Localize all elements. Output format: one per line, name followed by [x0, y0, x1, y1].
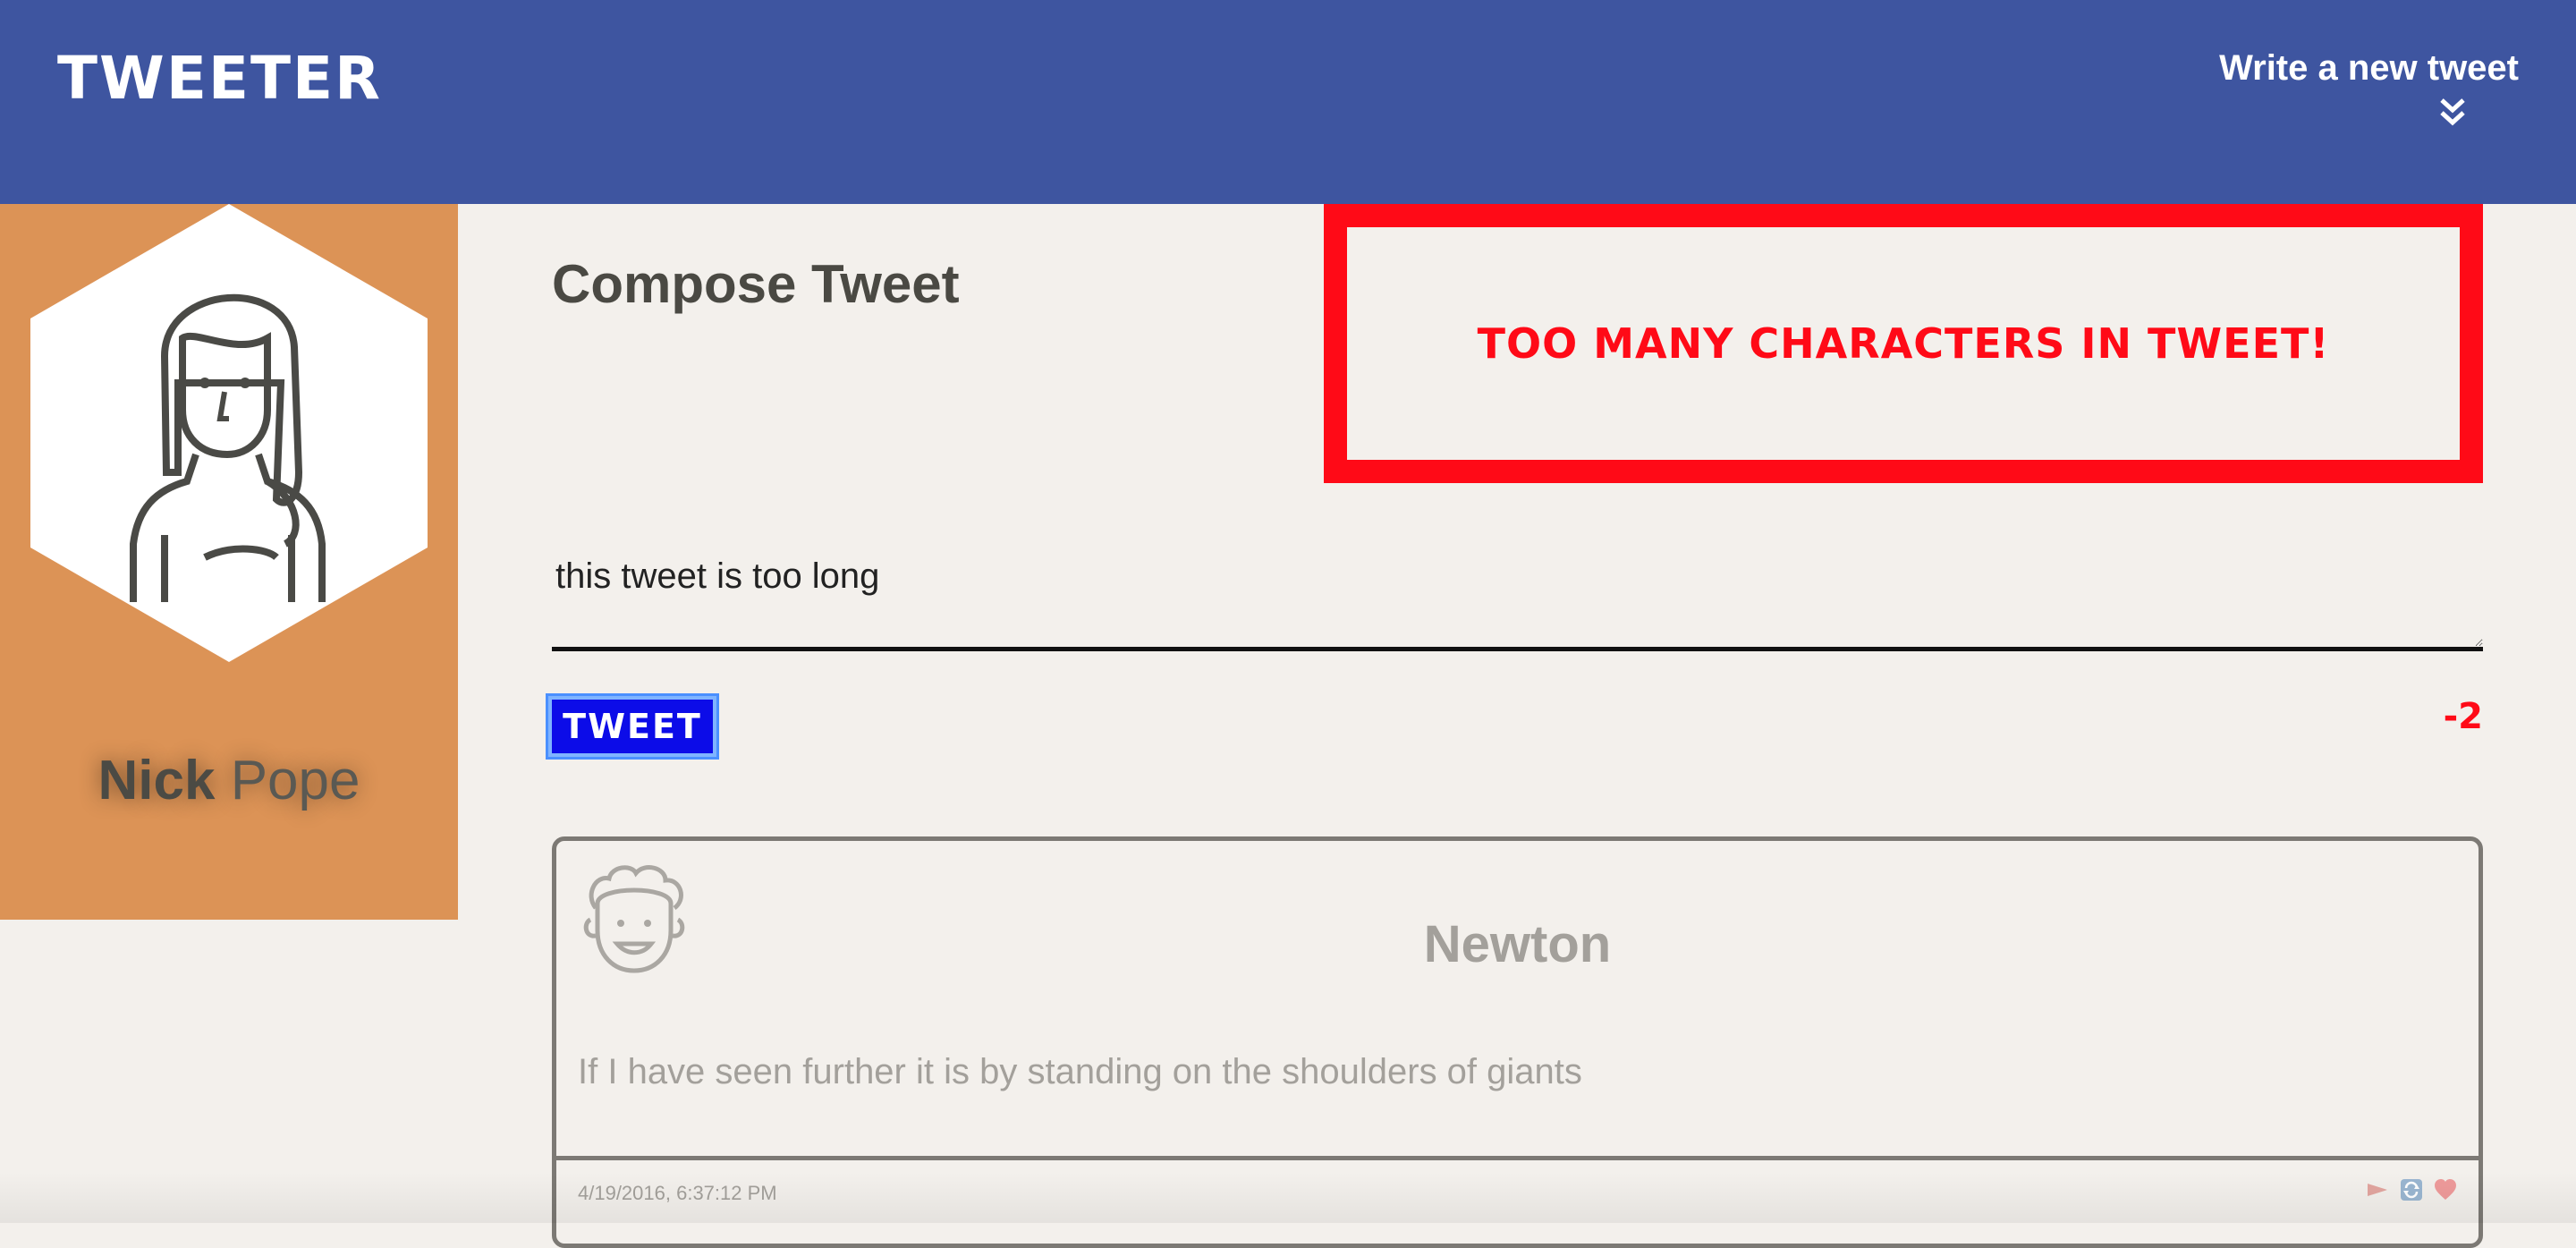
profile-name: Nick Pope — [0, 745, 458, 817]
brand-logo: TWEETER — [57, 44, 382, 113]
user-avatar-icon — [30, 204, 428, 662]
compose-toggle-button[interactable]: Write a new tweet — [2143, 43, 2519, 129]
tweet-content: If I have seen further it is by standing… — [578, 1052, 1582, 1091]
tweet-submit-button[interactable]: Tweet — [548, 696, 716, 757]
profile-sidebar: Nick Pope — [0, 204, 458, 920]
profile-first-name: Nick — [97, 750, 216, 811]
compose-toggle-label: Write a new tweet — [2219, 48, 2519, 88]
tweet-author: Newton — [1423, 915, 1612, 973]
error-message-box: Too many characters in tweet! — [1324, 204, 2483, 483]
tweet-card: Newton If I have seen further it is by s… — [552, 836, 2483, 1248]
profile-last-name: Pope — [230, 750, 360, 811]
retweet-icon[interactable] — [2400, 1178, 2423, 1201]
flag-icon[interactable] — [2366, 1178, 2389, 1201]
compose-title: Compose Tweet — [552, 254, 960, 314]
tweet-actions — [2366, 1178, 2457, 1201]
tweet-timestamp: 4/19/2016, 6:37:12 PM — [578, 1182, 777, 1204]
heart-icon[interactable] — [2434, 1178, 2457, 1201]
double-chevron-down-icon — [2440, 98, 2465, 126]
tweet-input[interactable] — [552, 537, 2483, 651]
char-counter: -2 — [2443, 696, 2483, 737]
navbar: TWEETER Write a new tweet — [0, 0, 2576, 204]
tweet-footer: 4/19/2016, 6:37:12 PM — [556, 1156, 2479, 1245]
error-message: Too many characters in tweet! — [1477, 319, 2330, 368]
